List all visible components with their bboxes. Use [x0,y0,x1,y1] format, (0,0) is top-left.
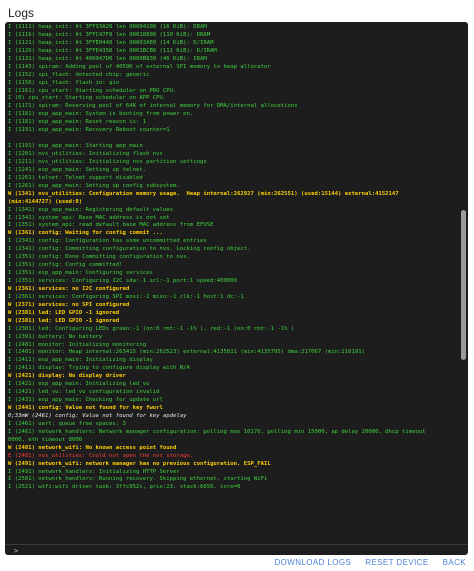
log-line: I (2411) esp_app_main: Initializing disp… [8,357,153,364]
log-line: I (1181) esp_app_main: Reset reason is: … [8,119,147,126]
log-line: I (2401) monitor: Initializing monitorin… [8,341,147,348]
log-line: I (2431) esp_app_main: Checking for upda… [8,397,163,404]
log-line: I (2461) uart: queue free spaces: 3 [8,420,126,427]
log-line: I (2421) led_vu: led_vu configuration in… [8,389,160,396]
log-console[interactable]: I (1111) heap_init: At 3FF93A20 len 0000… [5,22,468,555]
log-line: I (2351) config: Config committed! [8,262,123,269]
log-line: (min:4144727) (used:0) [8,198,83,205]
log-line: I (1156) spi_flash: flash io: qio [8,79,120,86]
log-line: W (1361) config: Waiting for config comm… [8,230,163,237]
log-line: I (2341) config: Committing configuratio… [8,246,251,253]
log-line: I (1116) heap_init: At 3FFC47F8 len 0001… [8,31,211,38]
log-line: I (1111) heap_init: At 3FF93A20 len 0000… [8,24,207,30]
log-line: I (2351) esp_app_main: Configuring servi… [8,270,153,277]
log-line: I (1181) esp_app_main: System is booting… [8,111,194,118]
log-line: I (1126) heap_init: At 3FFE4350 len 0001… [8,47,217,54]
scrollbar-thumb[interactable] [461,210,466,360]
log-line: W (2481) network_wifi: No known access p… [8,444,177,451]
log-line: I (2351) config: Done Committing configu… [8,254,190,261]
page-title: Logs [8,6,35,20]
log-line: W (2371) services: no SPI configured [8,301,130,308]
action-bar: DOWNLOAD LOGS RESET DEVICE BACK [274,558,466,567]
log-scrollbar[interactable] [461,25,466,537]
log-line: I (2461) network_handlers: Network manag… [8,428,426,435]
log-line: I (2421) esp_app_main: Initializing led_… [8,381,150,388]
log-line: I (1152) spi_flash: detected chip: gener… [8,71,150,78]
log-line: I (2351) services: Configuring I2C sda:-… [8,278,238,284]
reset-device-button[interactable]: RESET DEVICE [365,558,428,567]
log-line: I (0) cpu_start: Starting scheduler on A… [8,95,167,102]
log-line: W (2441) config: Value not found for key… [8,405,163,411]
log-line: I (1241) esp_app_main: Setting up telnet… [8,166,147,173]
log-line: I (2491) network_handlers: Initializing … [8,468,180,475]
log-line: I (1191) esp_app_main: Recovery Reboot c… [8,127,170,134]
log-line: I (1201) nvs_utilities: Initializing fla… [8,151,163,157]
log-line: I (2521) wifi:wifi driver task: 3ffc952c… [8,484,241,491]
back-button[interactable]: BACK [443,558,466,567]
log-line: I (2381) led: Configuring LEDs green:-1 … [8,325,295,332]
log-line: I (1191) esp_app_main: Starting app_main [8,143,143,150]
log-line: I (1261) esp_app_main: Setting up config… [8,182,180,189]
log-line: I (1351) system_api: read default base M… [8,222,214,229]
log-line: I (1261) telnet: Telnet support disabled [8,174,143,181]
log-line: I (1171) spiram: Reserving pool of 64K o… [8,103,298,110]
log-line: I (2361) services: Configuring SPI mosi:… [8,293,244,300]
log-line: I (2341) config: Configuration has some … [8,238,207,245]
log-line: 0;33mW (2461) config: Value not found fo… [8,412,187,419]
log-line: W (1341) nvs_utilities: Configuration me… [8,190,399,197]
log-line: I (1131) heap_init: At 400947D0 len 0000… [8,55,207,62]
log-line: I (1341) esp_app_main: Registering defau… [8,206,174,213]
command-prompt[interactable]: > [14,547,18,555]
log-line: I (2391) battery: No battery [8,333,103,340]
log-line: W (2491) network_wifi: network manager h… [8,460,271,467]
log-line: I (1121) heap_init: At 3FFE0440 len 0000… [8,39,214,46]
log-output: I (1111) heap_init: At 3FF93A20 len 0000… [8,24,458,539]
log-line: W (2381) led: LED GPIO -1 ignored [8,317,120,324]
log-line: W (2381) led: LED GPIO -1 ignored [8,309,120,316]
log-line: W (2421) display: No display driver [8,373,126,380]
log-line: W (2361) services: no I2C configured [8,285,130,292]
log-line: I (2401) monitor: Heap internal:263415 (… [8,349,365,356]
log-line: I (1143) spiram: Adding pool of 4059K of… [8,63,271,70]
console-divider [5,544,468,545]
log-line: I (1161) cpu_start: Starting scheduler o… [8,87,177,94]
log-line: I (1211) nvs_utilities: Initializing nvs… [8,158,207,165]
log-line: I (2411) display: Trying to configure di… [8,365,190,372]
download-logs-button[interactable]: DOWNLOAD LOGS [274,558,351,567]
log-line: I (1341) system_api: Base MAC address is… [8,214,170,221]
log-line: I (2501) network_handlers: Running recov… [8,476,268,483]
log-line: E (2481) nvs_utilities: Could not open t… [8,452,194,459]
log-line: 0000, eth timeout 8000 [8,436,83,443]
